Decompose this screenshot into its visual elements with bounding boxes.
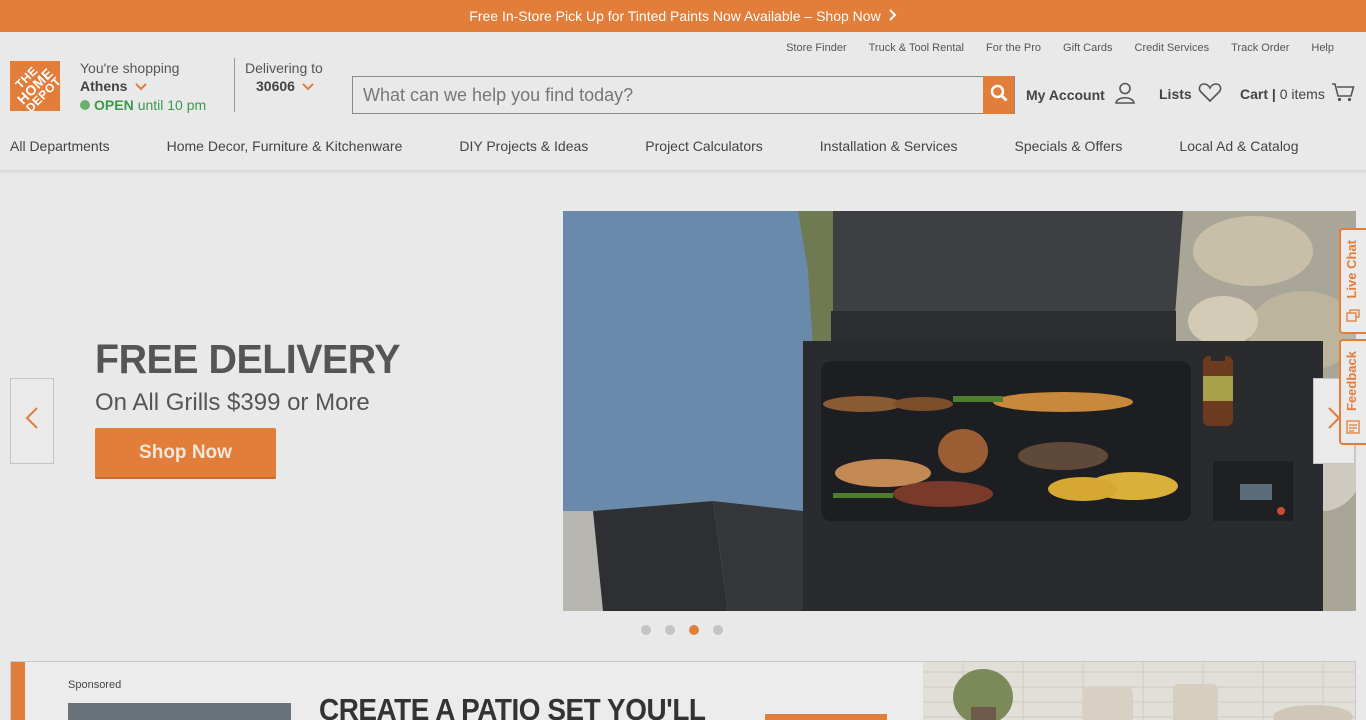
delivery-zip[interactable]: 30606 [256, 78, 295, 94]
nav-item[interactable]: DIY Projects & Ideas [459, 138, 588, 154]
cart-label: Cart | [1240, 85, 1276, 102]
promo-banner[interactable]: Free In-Store Pick Up for Tinted Paints … [0, 0, 1366, 32]
feedback-icon [1345, 419, 1361, 438]
cart-count: 0 items [1279, 85, 1325, 102]
delivery-zip-selector[interactable]: Delivering to 30606 [245, 59, 323, 96]
chat-icon [1345, 308, 1361, 327]
nav-item[interactable]: Local Ad & Catalog [1179, 138, 1298, 154]
util-link[interactable]: Truck & Tool Rental [869, 42, 964, 54]
utility-links: Store Finder Truck & Tool Rental For the P… [786, 42, 1334, 54]
hero-text: FREE DELIVERY On All Grills $399 or More [95, 336, 413, 417]
search-icon [990, 84, 1008, 107]
nav-item[interactable]: Specials & Offers [1015, 138, 1123, 154]
carousel-dot[interactable] [641, 625, 651, 635]
carousel-dot[interactable] [689, 625, 699, 635]
chevron-right-icon [888, 8, 897, 24]
sponsored-label: Sponsored [68, 679, 122, 691]
util-link[interactable]: For the Pro [986, 42, 1041, 54]
nav-item[interactable]: Home Decor, Furniture & Kitchenware [167, 138, 403, 154]
feedback-label: Feedback [1344, 351, 1359, 411]
store-hours: until 10 pm [137, 97, 207, 113]
my-account-label: My Account [1026, 86, 1105, 103]
promo-cta-button[interactable] [765, 714, 887, 720]
nav-item[interactable]: Installation & Services [820, 138, 958, 154]
home-depot-logo[interactable]: THE HOME DEPOT [10, 61, 60, 111]
feedback-tab[interactable]: Feedback [1339, 339, 1366, 445]
main-nav: All Departments Home Decor, Furniture & K… [10, 138, 1299, 154]
store-selector[interactable]: You're shopping Athens OPEN until 10 pm [80, 59, 206, 114]
hero-grill-image[interactable] [563, 211, 1356, 611]
lists-label: Lists [1159, 86, 1192, 102]
util-link[interactable]: Track Order [1231, 42, 1289, 54]
store-status: OPEN [94, 97, 134, 113]
sponsored-promo[interactable]: Sponsored CREATE A PATIO SET YOU'LL [10, 661, 1356, 720]
util-link[interactable]: Store Finder [786, 42, 847, 54]
store-city[interactable]: Athens [80, 78, 127, 94]
carousel-indicators [641, 625, 723, 635]
search-input[interactable] [353, 77, 983, 113]
chevron-down-icon[interactable] [131, 80, 147, 94]
carousel-prev-button[interactable] [10, 378, 54, 464]
header-divider [234, 58, 235, 112]
user-icon [1114, 82, 1135, 107]
promo-accent-stripe [11, 662, 25, 720]
patio-photo [923, 662, 1355, 720]
chevron-down-icon[interactable] [299, 80, 314, 94]
carousel-dot[interactable] [713, 625, 723, 635]
live-chat-label: Live Chat [1344, 240, 1359, 299]
carousel-dot[interactable] [665, 625, 675, 635]
sponsor-logo-image [68, 703, 291, 720]
util-link[interactable]: Help [1311, 42, 1334, 54]
cart-icon [1331, 82, 1355, 105]
search-bar [352, 76, 1015, 114]
open-status-icon [80, 100, 90, 110]
heart-icon [1198, 82, 1222, 106]
cart-button[interactable]: Cart | 0 items [1240, 82, 1355, 105]
util-link[interactable]: Gift Cards [1063, 42, 1113, 54]
live-chat-tab[interactable]: Live Chat [1339, 228, 1366, 334]
delivery-label: Delivering to [245, 60, 323, 76]
header-shadow [0, 170, 1366, 174]
nav-item[interactable]: All Departments [10, 138, 110, 154]
promo-heading: CREATE A PATIO SET YOU'LL [319, 692, 706, 720]
site-header: THE HOME DEPOT You're shopping Athens OP… [0, 32, 1366, 170]
nav-item[interactable]: Project Calculators [645, 138, 763, 154]
hero-subtitle: On All Grills $399 or More [95, 389, 370, 416]
store-label: You're shopping [80, 60, 180, 76]
hero-title: FREE DELIVERY [95, 336, 401, 382]
lists-button[interactable]: Lists [1159, 82, 1222, 106]
chevron-left-icon [25, 406, 39, 437]
shop-now-button[interactable]: Shop Now [95, 428, 276, 479]
search-button[interactable] [983, 76, 1014, 114]
my-account-button[interactable]: My Account [1026, 82, 1135, 107]
promo-banner-text[interactable]: Free In-Store Pick Up for Tinted Paints … [469, 8, 880, 24]
util-link[interactable]: Credit Services [1135, 42, 1210, 54]
